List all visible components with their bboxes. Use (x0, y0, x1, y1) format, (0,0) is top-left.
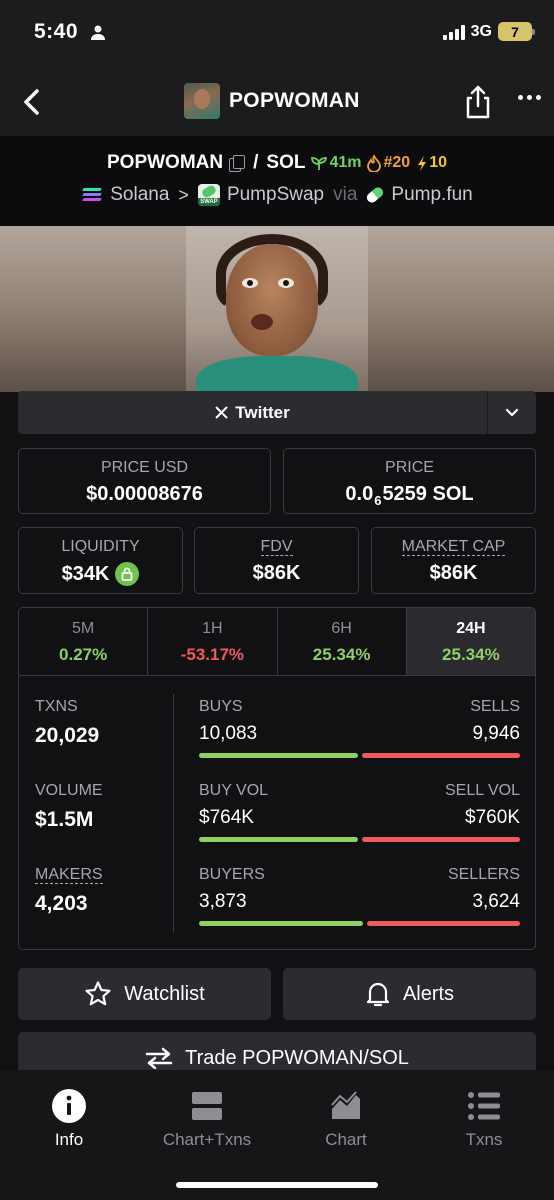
dex-name[interactable]: PumpSwap (227, 184, 324, 206)
fdv-card: FDV $86K (194, 527, 359, 594)
trending-rank: #20 (367, 154, 410, 172)
sell-vol-value: $760K (465, 807, 520, 828)
solana-icon (81, 187, 103, 203)
price-usd-label: PRICE USD (100, 459, 189, 476)
nav-bar: POPWOMAN (0, 70, 554, 136)
launchpad-name[interactable]: Pump.fun (391, 184, 472, 206)
token-banner (0, 226, 554, 392)
pair-header: POPWOMAN / SOL 41m #20 10 Solana > PumpS… (0, 136, 554, 226)
market-cap-card: MARKET CAP $86K (371, 527, 536, 594)
tab-info[interactable]: Info (14, 1088, 124, 1150)
buyers-sellers-bar (199, 921, 520, 926)
sellers-value: 3,624 (472, 891, 520, 912)
twitter-label: Twitter (235, 402, 290, 422)
quote-token: SOL (266, 152, 306, 173)
change-5m: 0.27% (59, 645, 108, 664)
boost-count: 10 (416, 154, 447, 172)
tab-6h[interactable]: 6H 25.34% (278, 608, 407, 675)
buys-sells-bar (199, 753, 520, 758)
price-usd-value: $0.00008676 (86, 483, 203, 505)
bell-icon (366, 982, 390, 1007)
buy-sell-vol-bar (199, 837, 520, 842)
pill-icon (365, 185, 386, 205)
pair-age: 41m (311, 154, 361, 172)
change-24h: 25.34% (442, 645, 500, 664)
price-native-value: 0.0 6 5259 SOL (345, 483, 474, 508)
flame-icon (367, 154, 382, 172)
txns-stat: TXNS 20,029 (35, 698, 100, 747)
timeframe-tabs: 5M 0.27% 1H -53.17% 6H 25.34% 24H 25.34% (19, 608, 535, 676)
tab-chart[interactable]: Chart (291, 1088, 401, 1150)
chevron-down-icon (505, 408, 519, 417)
buys-value: 10,083 (199, 723, 258, 744)
social-row: Twitter (18, 391, 536, 434)
signal-icon (442, 24, 465, 40)
liquidity-value: $34K (61, 562, 110, 585)
buy-sell-vol-stat: BUY VOL SELL VOL $764K $760K (199, 782, 520, 842)
volume-stat: VOLUME $1.5M (35, 782, 103, 831)
change-1h: -53.17% (180, 645, 245, 664)
bottom-tab-bar: Info Chart+Txns Chart Txns (0, 1070, 554, 1200)
fdv-label[interactable]: FDV (260, 538, 293, 556)
banner-image (186, 226, 368, 392)
lock-icon[interactable] (115, 562, 140, 586)
pumpswap-icon (197, 184, 220, 206)
home-indicator (176, 1182, 378, 1188)
price-usd-card: PRICE USD $0.00008676 (18, 448, 271, 514)
back-button[interactable] (16, 84, 46, 120)
page-title: POPWOMAN (229, 89, 360, 112)
split-view-icon (192, 1092, 222, 1120)
stats-divider (173, 694, 174, 932)
market-cap-value: $86K (429, 562, 478, 584)
buys-sells-stat: BUYS SELLS 10,083 9,946 (199, 698, 520, 758)
list-icon (468, 1092, 500, 1120)
makers-stat: MAKERS 4,203 (35, 866, 103, 915)
share-icon (466, 85, 490, 119)
liquidity-label: LIQUIDITY (61, 538, 140, 555)
stats-panel: 5M 0.27% 1H -53.17% 6H 25.34% 24H 25.34%… (18, 607, 536, 950)
chevron-left-icon (24, 89, 39, 115)
share-button[interactable] (462, 84, 494, 120)
tab-chart-txns[interactable]: Chart+Txns (152, 1088, 262, 1150)
star-icon (85, 981, 111, 1006)
copy-icon[interactable] (229, 155, 246, 172)
liquidity-card: LIQUIDITY $34K (18, 527, 183, 594)
pair-separator: / (253, 152, 259, 173)
chevron-right-icon: > (178, 184, 189, 205)
info-icon (52, 1089, 86, 1123)
base-token: POPWOMAN (107, 152, 224, 173)
twitter-button[interactable]: Twitter (18, 391, 487, 434)
more-button[interactable] (518, 95, 541, 100)
buy-vol-value: $764K (199, 807, 254, 828)
token-avatar (184, 83, 220, 119)
status-bar: 5:40 3G 7 (0, 0, 554, 70)
person-icon (91, 25, 105, 40)
tab-5m[interactable]: 5M 0.27% (19, 608, 149, 675)
chain-name[interactable]: Solana (110, 184, 169, 206)
network-type: 3G (470, 22, 492, 40)
status-time: 5:40 (34, 20, 79, 43)
tab-1h[interactable]: 1H -53.17% (148, 608, 278, 675)
alerts-button[interactable]: Alerts (283, 968, 536, 1020)
tab-24h[interactable]: 24H 25.34% (406, 608, 535, 675)
market-cap-label[interactable]: MARKET CAP (401, 538, 506, 556)
via-label: via (333, 184, 358, 205)
buyers-value: 3,873 (199, 891, 247, 912)
price-native-card: PRICE 0.0 6 5259 SOL (283, 448, 536, 514)
swap-arrows-icon (145, 1047, 173, 1069)
seedling-icon (311, 157, 328, 170)
tab-txns[interactable]: Txns (429, 1088, 539, 1150)
change-6h: 25.34% (312, 645, 371, 664)
lightning-icon (418, 155, 427, 171)
battery-icon: 7 (498, 22, 535, 41)
sells-value: 9,946 (472, 723, 520, 744)
area-chart-icon (331, 1091, 360, 1119)
socials-dropdown-button[interactable] (487, 391, 536, 434)
battery-level: 7 (511, 23, 519, 40)
watchlist-button[interactable]: Watchlist (18, 968, 271, 1020)
price-native-label: PRICE (385, 459, 434, 476)
x-logo-icon (215, 406, 228, 419)
fdv-value: $86K (252, 562, 301, 584)
buyers-sellers-stat: BUYERS SELLERS 3,873 3,624 (199, 866, 520, 926)
